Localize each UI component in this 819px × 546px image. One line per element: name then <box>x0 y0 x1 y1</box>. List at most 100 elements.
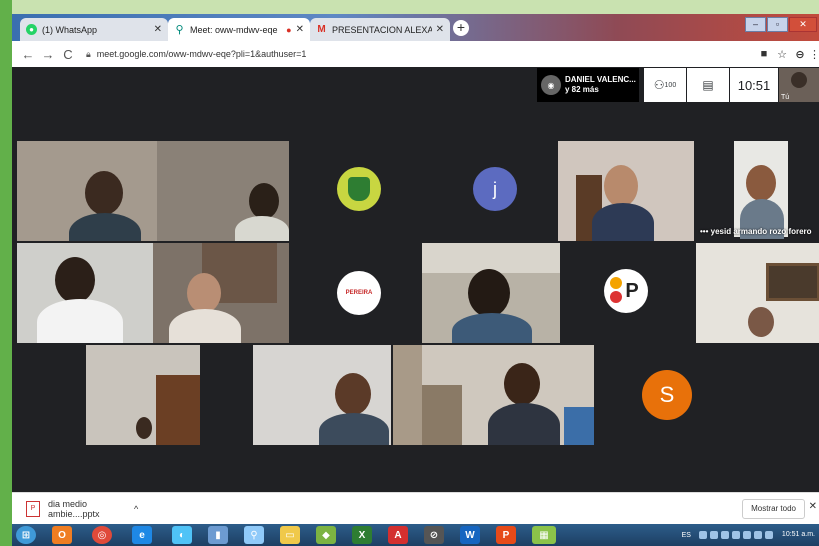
participants-button[interactable]: ⚇ 100 <box>644 68 686 102</box>
new-tab-button[interactable]: + <box>453 20 469 36</box>
participant-avatar <box>337 167 381 211</box>
participant-tile[interactable]: PEREIRA <box>292 243 427 343</box>
tray-icon[interactable] <box>731 531 740 539</box>
pptx-file-icon: P <box>26 501 40 517</box>
more-options-icon[interactable]: ••• <box>700 227 708 236</box>
video-person-body <box>452 313 532 343</box>
tab-meet[interactable]: ⚲ Meet: oww-mdwv-eqe ● ✕ <box>168 18 310 41</box>
address-bar[interactable]: 🔒︎ meet.google.com/oww-mdwv-eqe?pli=1&au… <box>86 44 747 64</box>
video-person-head <box>746 165 776 201</box>
powerpoint-icon[interactable]: P <box>496 526 516 544</box>
tray-icon[interactable] <box>742 531 751 539</box>
downloads-bar: P dia medio ambie....pptx ^ Mostrar todo… <box>12 492 819 525</box>
self-view-tile[interactable]: Tú <box>779 68 819 102</box>
video-background <box>564 407 594 445</box>
office-icon[interactable]: O <box>52 526 72 544</box>
tile-name: yesid armando rozo forero <box>710 227 812 236</box>
tray-icon[interactable] <box>698 531 707 539</box>
presenter-chip[interactable]: ◉ DANIEL VALENC... y 82 más <box>537 68 639 102</box>
window-close-button[interactable]: ✕ <box>789 17 817 32</box>
participant-tile[interactable] <box>253 345 391 445</box>
maximize-button[interactable]: ▫ <box>767 17 788 32</box>
participant-tile[interactable]: ••• yesid armando rozo forero <box>696 141 819 241</box>
word-icon[interactable]: W <box>460 526 480 544</box>
language-indicator[interactable]: ES <box>682 532 691 539</box>
media-icon[interactable]: ▮ <box>208 526 228 544</box>
self-video <box>791 72 807 88</box>
lock-icon: 🔒︎ <box>86 48 91 59</box>
video-person-head <box>604 165 638 207</box>
tab-whatsapp[interactable]: ● (1) WhatsApp ✕ <box>20 18 168 41</box>
tile-name-label: ••• yesid armando rozo forero <box>700 227 812 236</box>
participant-tile[interactable] <box>558 141 694 241</box>
chrome-icon[interactable]: ◎ <box>92 526 112 544</box>
video-person-body <box>169 309 241 343</box>
download-file-name[interactable]: dia medio ambie....pptx <box>48 499 128 519</box>
system-tray: ES 10:51 a.m. <box>682 526 815 544</box>
presenter-more: y 82 más <box>565 85 599 94</box>
app-icon[interactable]: ◆ <box>316 526 336 544</box>
search-icon[interactable]: ⚲ <box>244 526 264 544</box>
logo-letter: P <box>625 279 639 302</box>
video-person-head <box>85 171 123 215</box>
participant-tile[interactable] <box>696 243 819 343</box>
taskbar-clock[interactable]: 10:51 a.m. <box>782 531 815 539</box>
tab-gmail[interactable]: M PRESENTACION ALEXA 05 DE JU ✕ <box>310 18 450 41</box>
presenter-avatar: ◉ <box>541 75 561 95</box>
folder-icon[interactable]: ▭ <box>280 526 300 544</box>
self-label: Tú <box>781 94 790 101</box>
browser-icon[interactable]: ◐ <box>172 526 192 544</box>
pdf-icon[interactable]: A <box>388 526 408 544</box>
tray-icon[interactable] <box>753 531 762 539</box>
logo-dot <box>610 277 622 289</box>
recording-icon: ● <box>286 24 292 35</box>
participant-tile[interactable]: S <box>596 345 732 445</box>
participant-tile[interactable]: P <box>560 243 694 343</box>
close-icon[interactable]: ✕ <box>436 24 444 35</box>
forward-icon[interactable]: → <box>38 47 58 62</box>
participant-avatar: S <box>642 370 692 420</box>
video-person-body <box>592 203 654 241</box>
chat-button[interactable]: ▤ <box>687 68 729 102</box>
browser-toolbar: ← → C 🔒︎ meet.google.com/oww-mdwv-eqe?pl… <box>12 41 819 67</box>
participant-tile[interactable]: j <box>430 141 560 241</box>
chevron-up-icon[interactable]: ^ <box>134 504 138 514</box>
participants-count: 100 <box>664 81 677 89</box>
excel-icon[interactable]: X <box>352 526 372 544</box>
ie-icon[interactable]: e <box>132 526 152 544</box>
minimize-button[interactable]: – <box>745 17 766 32</box>
camera-icon[interactable]: ■ <box>755 48 773 60</box>
start-button[interactable]: ⊞ <box>16 526 36 544</box>
top-border <box>0 0 819 14</box>
account-icon[interactable]: ⊖ <box>791 48 809 61</box>
star-icon[interactable]: ☆ <box>773 48 791 61</box>
participant-tile[interactable] <box>422 243 560 343</box>
menu-icon[interactable]: ⋮ <box>809 48 819 61</box>
meet-icon: ⚲ <box>175 24 184 36</box>
settings-icon[interactable]: ⊘ <box>424 526 444 544</box>
reload-icon[interactable]: C <box>58 47 78 62</box>
participant-tile[interactable] <box>292 141 427 241</box>
windows-taskbar: ⊞ O ◎ e ◐ ▮ ⚲ ▭ ◆ X A ⊘ W P ▦ ES 10:51 a… <box>12 524 819 546</box>
video-person-head <box>504 363 540 405</box>
video-person-head <box>187 273 221 313</box>
app-icon[interactable]: ▦ <box>532 526 556 544</box>
close-icon[interactable]: ✕ <box>809 501 817 512</box>
participant-tile[interactable] <box>86 345 200 445</box>
tray-icon[interactable] <box>709 531 718 539</box>
show-all-button[interactable]: Mostrar todo <box>742 499 805 519</box>
close-icon[interactable]: ✕ <box>154 24 162 35</box>
participant-tile[interactable] <box>17 141 289 241</box>
wall-painting <box>766 263 819 301</box>
browser-window: ● (1) WhatsApp ✕ ⚲ Meet: oww-mdwv-eqe ● … <box>12 14 819 546</box>
close-icon[interactable]: ✕ <box>296 24 304 35</box>
participant-tile[interactable] <box>17 243 289 343</box>
volume-icon[interactable] <box>764 531 773 539</box>
back-icon[interactable]: ← <box>18 47 38 62</box>
chat-icon: ▤ <box>702 78 714 92</box>
video-person-head <box>136 417 152 439</box>
tray-icon[interactable] <box>720 531 729 539</box>
meet-stage: ◉ DANIEL VALENC... y 82 más ⚇ 100 ▤ 10:51… <box>12 67 819 492</box>
participant-tile[interactable] <box>422 345 594 445</box>
video-person-head <box>249 183 279 219</box>
